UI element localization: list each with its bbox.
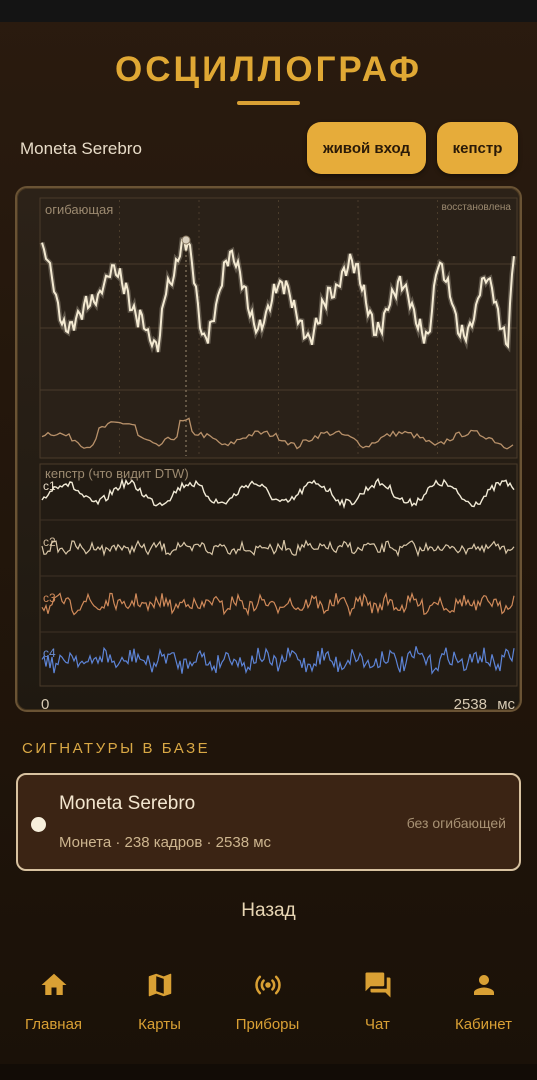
nav-label-chat: Чат (365, 1016, 390, 1033)
cursor-marker[interactable] (181, 235, 191, 245)
map-icon (148, 973, 171, 997)
nav-item-account[interactable]: Кабинет (430, 952, 537, 1052)
channel-label-c1: c1 (43, 479, 56, 493)
cepstr-button[interactable]: кепстр (437, 122, 518, 174)
nav-label-devices: Приборы (235, 1016, 300, 1033)
device-name: Moneta Serebro (20, 139, 142, 158)
nav-item-devices[interactable]: Приборы (214, 952, 321, 1052)
nav-label-maps: Карты (138, 1016, 181, 1033)
nav-item-chat[interactable]: Чат (324, 952, 431, 1052)
time-axis-unit: мс (497, 696, 515, 713)
back-button[interactable]: Назад (0, 900, 537, 922)
live-input-button[interactable]: живой вход (307, 122, 426, 174)
system-navigation-bar (0, 1064, 537, 1080)
signature-meta: Монета · 238 кадров · 2538 мс (59, 834, 272, 851)
envelope-label: огибающая (45, 202, 113, 217)
cepstr-label: кепстр (что видит DTW) (45, 466, 189, 481)
nav-item-maps[interactable]: Карты (106, 952, 213, 1052)
nav-label-account: Кабинет (454, 1016, 513, 1033)
cepstr-panel-frame (39, 463, 518, 687)
nav-label-home: Главная (24, 1016, 83, 1033)
bottom-navigation: Главная Карты Приборы Чат Кабинет (0, 952, 537, 1052)
sensors-icon (254, 975, 281, 995)
oscilloscope-panel: огибающая восстановлена кепстр (что види… (15, 186, 522, 713)
title-underline (237, 101, 300, 105)
signature-status-dot (31, 817, 46, 832)
oscilloscope-display: огибающая восстановлена кепстр (что види… (39, 197, 518, 713)
nav-item-home[interactable]: Главная (0, 952, 107, 1052)
time-axis-start: 0 (41, 696, 49, 713)
restored-status-label: восстановлена (442, 202, 512, 213)
page-title: ОСЦИЛЛОГРАФ (115, 50, 422, 89)
signatures-section-title: СИГНАТУРЫ В БАЗЕ (22, 740, 211, 757)
channel-label-c4: c4 (43, 646, 56, 660)
signature-name: Moneta Serebro (59, 793, 196, 814)
home-icon (41, 973, 66, 995)
status-bar (0, 0, 537, 22)
signature-card[interactable]: Moneta Serebro Монета · 238 кадров · 253… (16, 773, 521, 871)
chat-icon (365, 972, 390, 998)
person-icon (473, 975, 494, 995)
time-axis-end: 2538 (454, 696, 487, 713)
signature-envelope-status: без огибающей (406, 815, 506, 831)
